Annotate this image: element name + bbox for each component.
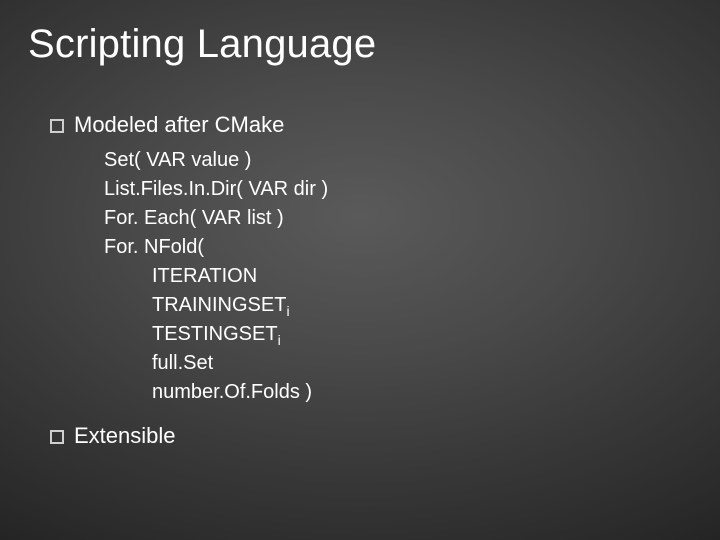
slide-body: Modeled after CMake Set( VAR value ) Lis… xyxy=(50,110,680,456)
code-text: TRAININGSET xyxy=(152,294,286,316)
code-line: Set( VAR value ) xyxy=(104,146,680,175)
code-line: full.Set xyxy=(104,349,680,378)
bullet-modeled: Modeled after CMake xyxy=(50,110,680,140)
code-line: ITERATION xyxy=(104,262,680,291)
bullet-square-icon xyxy=(50,119,64,133)
slide-title: Scripting Language xyxy=(28,22,376,67)
slide: Scripting Language Modeled after CMake S… xyxy=(0,0,720,540)
code-line: TRAININGSETi xyxy=(104,291,680,320)
code-subscript: i xyxy=(278,332,281,348)
code-subscript: i xyxy=(286,303,289,319)
bullet-extensible: Extensible xyxy=(50,421,680,451)
code-line: For. NFold( xyxy=(104,233,680,262)
code-line: For. Each( VAR list ) xyxy=(104,204,680,233)
code-line: number.Of.Folds ) xyxy=(104,378,680,407)
bullet-square-icon xyxy=(50,430,64,444)
code-text: TESTINGSET xyxy=(152,323,278,345)
code-line: List.Files.In.Dir( VAR dir ) xyxy=(104,175,680,204)
code-line: TESTINGSETi xyxy=(104,320,680,349)
bullet-extensible-text: Extensible xyxy=(74,423,176,448)
code-block: Set( VAR value ) List.Files.In.Dir( VAR … xyxy=(104,146,680,407)
bullet-modeled-text: Modeled after CMake xyxy=(74,112,284,137)
